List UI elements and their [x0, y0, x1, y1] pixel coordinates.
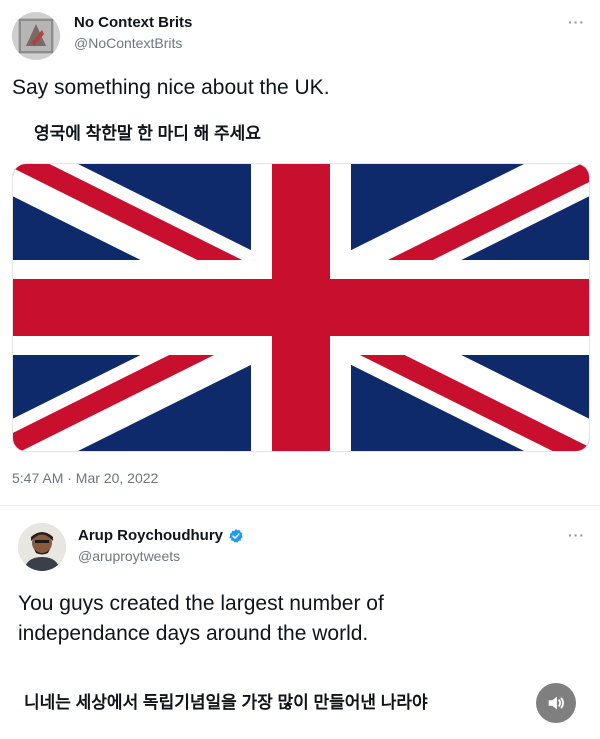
speaker-icon	[548, 696, 565, 710]
more-options-icon[interactable]: ···	[568, 527, 585, 543]
author-handle[interactable]: @aruproytweets	[78, 548, 180, 564]
author-name[interactable]: Arup Roychoudhury	[78, 527, 223, 544]
tweet-reply: Arup Roychoudhury @aruproytweets ··· You…	[0, 0, 600, 739]
sound-button[interactable]	[536, 683, 576, 723]
tweet-translation: 니네는 세상에서 독립기념일을 가장 많이 만들어낸 나라야	[24, 693, 428, 712]
tweet-text-line-1: You guys created the largest number of	[18, 592, 384, 615]
avatar[interactable]	[18, 523, 66, 571]
tweet-text-line-2: independance days around the world.	[18, 622, 369, 645]
verified-badge-icon	[229, 529, 243, 543]
